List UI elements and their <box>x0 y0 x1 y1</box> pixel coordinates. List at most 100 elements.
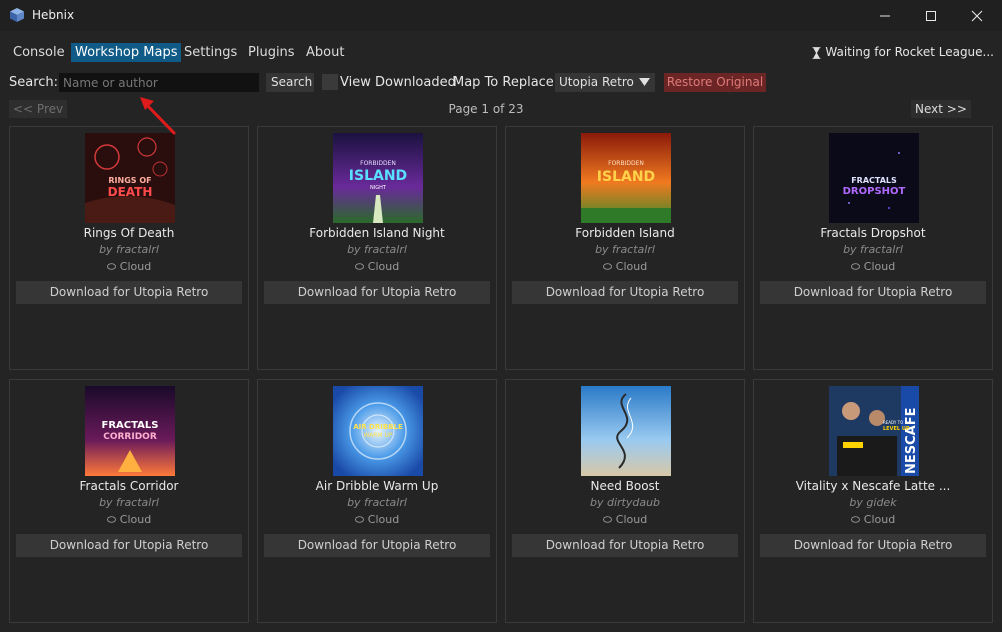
map-card: FORBIDDEN ISLAND Forbidden Island by fra… <box>505 126 745 370</box>
download-button[interactable]: Download for Utopia Retro <box>264 281 490 304</box>
map-title: Fractals Corridor <box>79 479 179 493</box>
map-source: Cloud <box>10 513 248 526</box>
thumbnail-image: AIR DRIBBLE WARM UP <box>333 386 423 476</box>
menu-plugins[interactable]: Plugins <box>244 43 299 62</box>
minimize-icon <box>880 15 890 16</box>
map-author: by fractalrl <box>347 496 407 509</box>
restore-original-button[interactable]: Restore Original <box>664 73 766 92</box>
map-thumbnail[interactable]: FRACTALS CORRIDOR <box>85 386 175 476</box>
map-source: Cloud <box>506 513 744 526</box>
map-thumbnail[interactable]: FRACTALS DROPSHOT <box>829 133 919 223</box>
download-button[interactable]: Download for Utopia Retro <box>512 534 738 557</box>
thumb-text: NIGHT <box>370 185 387 191</box>
thumbnail-image: FORBIDDEN ISLAND <box>581 133 671 223</box>
view-downloaded-checkbox[interactable] <box>322 74 338 90</box>
download-button[interactable]: Download for Utopia Retro <box>760 534 986 557</box>
map-title: Rings Of Death <box>83 226 175 240</box>
minimize-button[interactable] <box>862 0 908 31</box>
thumb-text: LEVEL UP <box>883 426 910 432</box>
menu-settings[interactable]: Settings <box>180 43 241 62</box>
download-button[interactable]: Download for Utopia Retro <box>512 281 738 304</box>
thumbnail-image: FORBIDDEN ISLAND NIGHT <box>333 133 423 223</box>
thumbnail-image <box>581 386 671 476</box>
map-source-label: Cloud <box>615 260 648 273</box>
menu-about[interactable]: About <box>302 43 348 62</box>
download-button[interactable]: Download for Utopia Retro <box>264 534 490 557</box>
thumb-text: ISLAND <box>349 168 407 184</box>
title-bar: Hebnix <box>0 0 1002 31</box>
map-title: Forbidden Island <box>575 226 675 240</box>
map-title: Fractals Dropshot <box>820 226 926 240</box>
map-source-label: Cloud <box>615 513 648 526</box>
cloud-icon <box>354 263 364 270</box>
close-icon <box>971 10 983 21</box>
cube-app-icon <box>10 8 24 22</box>
map-source: Cloud <box>506 260 744 273</box>
map-thumbnail[interactable]: FORBIDDEN ISLAND NIGHT <box>333 133 423 223</box>
map-author: by dirtydaub <box>589 496 661 509</box>
map-source-label: Cloud <box>367 513 400 526</box>
search-input[interactable] <box>59 73 259 92</box>
thumbnail-image: NESCAFE READY TO LEVEL UP <box>829 386 919 476</box>
map-source: Cloud <box>754 513 992 526</box>
status-label: Waiting for Rocket League... <box>825 45 994 59</box>
thumb-text: NESCAFE <box>904 408 919 475</box>
thumb-text: FRACTALS <box>851 176 897 185</box>
map-thumbnail[interactable]: NESCAFE READY TO LEVEL UP <box>829 386 919 476</box>
game-status: Waiting for Rocket League... <box>812 43 994 62</box>
map-source: Cloud <box>10 260 248 273</box>
map-card: FORBIDDEN ISLAND NIGHT Forbidden Island … <box>257 126 497 370</box>
triangle-down-icon <box>639 78 650 86</box>
menu-bar: Console Workshop Maps Settings Plugins A… <box>0 40 1002 64</box>
menu-console[interactable]: Console <box>9 43 69 62</box>
cloud-icon <box>106 263 116 270</box>
map-source: Cloud <box>258 513 496 526</box>
download-button[interactable]: Download for Utopia Retro <box>760 281 986 304</box>
map-source: Cloud <box>258 260 496 273</box>
map-card: Need Boost by dirtydaub Cloud Download f… <box>505 379 745 623</box>
thumb-text: FRACTALS <box>102 420 159 431</box>
map-thumbnail[interactable] <box>581 386 671 476</box>
annotation-arrow-icon <box>140 97 176 135</box>
map-source-label: Cloud <box>863 513 896 526</box>
map-source-label: Cloud <box>367 260 400 273</box>
close-button[interactable] <box>954 0 1000 31</box>
map-thumbnail[interactable]: FORBIDDEN ISLAND <box>581 133 671 223</box>
map-to-replace-value: Utopia Retro <box>559 75 634 89</box>
thumbnail-image: FRACTALS CORRIDOR <box>85 386 175 476</box>
map-author: by fractalrl <box>347 243 407 256</box>
map-author: by fractalrl <box>99 243 159 256</box>
map-thumbnail[interactable]: AIR DRIBBLE WARM UP <box>333 386 423 476</box>
next-page-button[interactable]: Next >> <box>911 100 971 118</box>
map-author: by gidek <box>849 496 897 509</box>
map-title: Air Dribble Warm Up <box>315 479 439 493</box>
map-card: AIR DRIBBLE WARM UP Air Dribble Warm Up … <box>257 379 497 623</box>
map-source: Cloud <box>754 260 992 273</box>
window-title: Hebnix <box>32 8 75 22</box>
map-card: FRACTALS DROPSHOT Fractals Dropshot by f… <box>753 126 993 370</box>
map-author: by fractalrl <box>843 243 903 256</box>
download-button[interactable]: Download for Utopia Retro <box>16 534 242 557</box>
map-author: by fractalrl <box>99 496 159 509</box>
view-downloaded-label[interactable]: View Downloaded <box>340 75 456 90</box>
menu-workshop-maps[interactable]: Workshop Maps <box>71 43 182 62</box>
map-thumbnail[interactable]: RINGS OF DEATH <box>85 133 175 223</box>
maximize-button[interactable] <box>908 0 954 31</box>
download-button[interactable]: Download for Utopia Retro <box>16 281 242 304</box>
cloud-icon <box>850 263 860 270</box>
map-title: Vitality x Nescafe Latte ... <box>795 479 951 493</box>
cloud-icon <box>602 263 612 270</box>
thumb-text: FORBIDDEN <box>608 160 644 167</box>
search-button[interactable]: Search <box>266 73 314 92</box>
map-card: RINGS OF DEATH Rings Of Death by fractal… <box>9 126 249 370</box>
thumbnail-image: RINGS OF DEATH <box>85 133 175 223</box>
thumbnail-image: FRACTALS DROPSHOT <box>829 133 919 223</box>
map-to-replace-select[interactable]: Utopia Retro <box>555 73 655 92</box>
hourglass-icon <box>812 46 821 59</box>
cloud-icon <box>850 516 860 523</box>
map-source-label: Cloud <box>119 513 152 526</box>
thumb-text: CORRIDOR <box>103 432 157 442</box>
thumb-text: DROPSHOT <box>843 186 906 197</box>
map-card: NESCAFE READY TO LEVEL UP Vitality x Nes… <box>753 379 993 623</box>
client-area: Console Workshop Maps Settings Plugins A… <box>0 31 1002 632</box>
